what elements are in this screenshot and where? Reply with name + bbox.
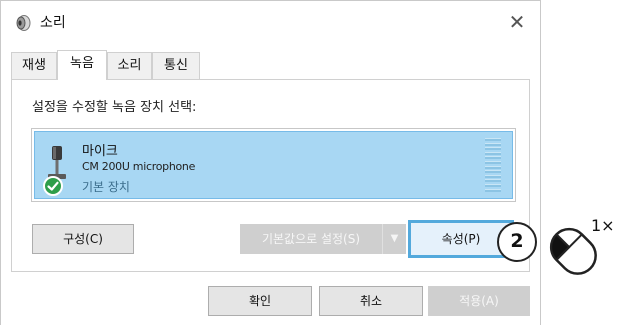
cancel-button[interactable]: 취소 [319, 286, 423, 316]
device-status: 기본 장치 [82, 180, 130, 194]
level-segment [485, 151, 501, 155]
level-meter [485, 138, 501, 194]
ok-button[interactable]: 확인 [208, 286, 312, 316]
sound-dialog: 소리 ✕ 재생 녹음 소리 통신 설정을 수정할 녹음 장치 선택: 마이크 C… [0, 0, 541, 325]
level-segment [485, 170, 501, 174]
device-list: 마이크 CM 200U microphone 기본 장치 [31, 128, 516, 202]
window-title: 소리 [40, 15, 66, 31]
configure-button[interactable]: 구성(C) [32, 224, 134, 254]
device-name: 마이크 [82, 144, 118, 159]
check-icon [43, 176, 63, 196]
level-segment [485, 156, 501, 160]
level-segment [485, 160, 501, 164]
level-segment [485, 147, 501, 151]
step-number-badge: 2 [497, 222, 537, 262]
device-model: CM 200U microphone [82, 160, 196, 173]
set-default-button[interactable]: 기본값으로 설정(S) [240, 224, 382, 254]
level-segment [485, 183, 501, 187]
device-prompt: 설정을 수정할 녹음 장치 선택: [32, 100, 197, 115]
set-default-dropdown[interactable]: ▼ [382, 224, 406, 254]
apply-button[interactable]: 적용(A) [428, 286, 530, 316]
level-segment [485, 188, 501, 192]
tab-playback[interactable]: 재생 [11, 52, 57, 79]
chevron-down-icon: ▼ [390, 233, 399, 244]
title-bar: 소리 ✕ [1, 1, 540, 43]
close-button[interactable]: ✕ [504, 9, 530, 35]
close-icon: ✕ [508, 10, 526, 34]
device-item-microphone[interactable]: 마이크 CM 200U microphone 기본 장치 [34, 131, 513, 199]
tab-sounds[interactable]: 소리 [107, 52, 152, 79]
level-segment [485, 142, 501, 146]
speaker-icon [16, 15, 31, 31]
level-segment [485, 138, 501, 141]
level-segment [485, 165, 501, 169]
tab-communications[interactable]: 통신 [152, 52, 200, 79]
level-segment [485, 174, 501, 178]
tab-recording[interactable]: 녹음 [57, 50, 107, 80]
click-count: 1× [591, 216, 615, 235]
recording-panel: 설정을 수정할 녹음 장치 선택: 마이크 CM 200U microphone… [11, 79, 530, 272]
level-segment [485, 179, 501, 183]
